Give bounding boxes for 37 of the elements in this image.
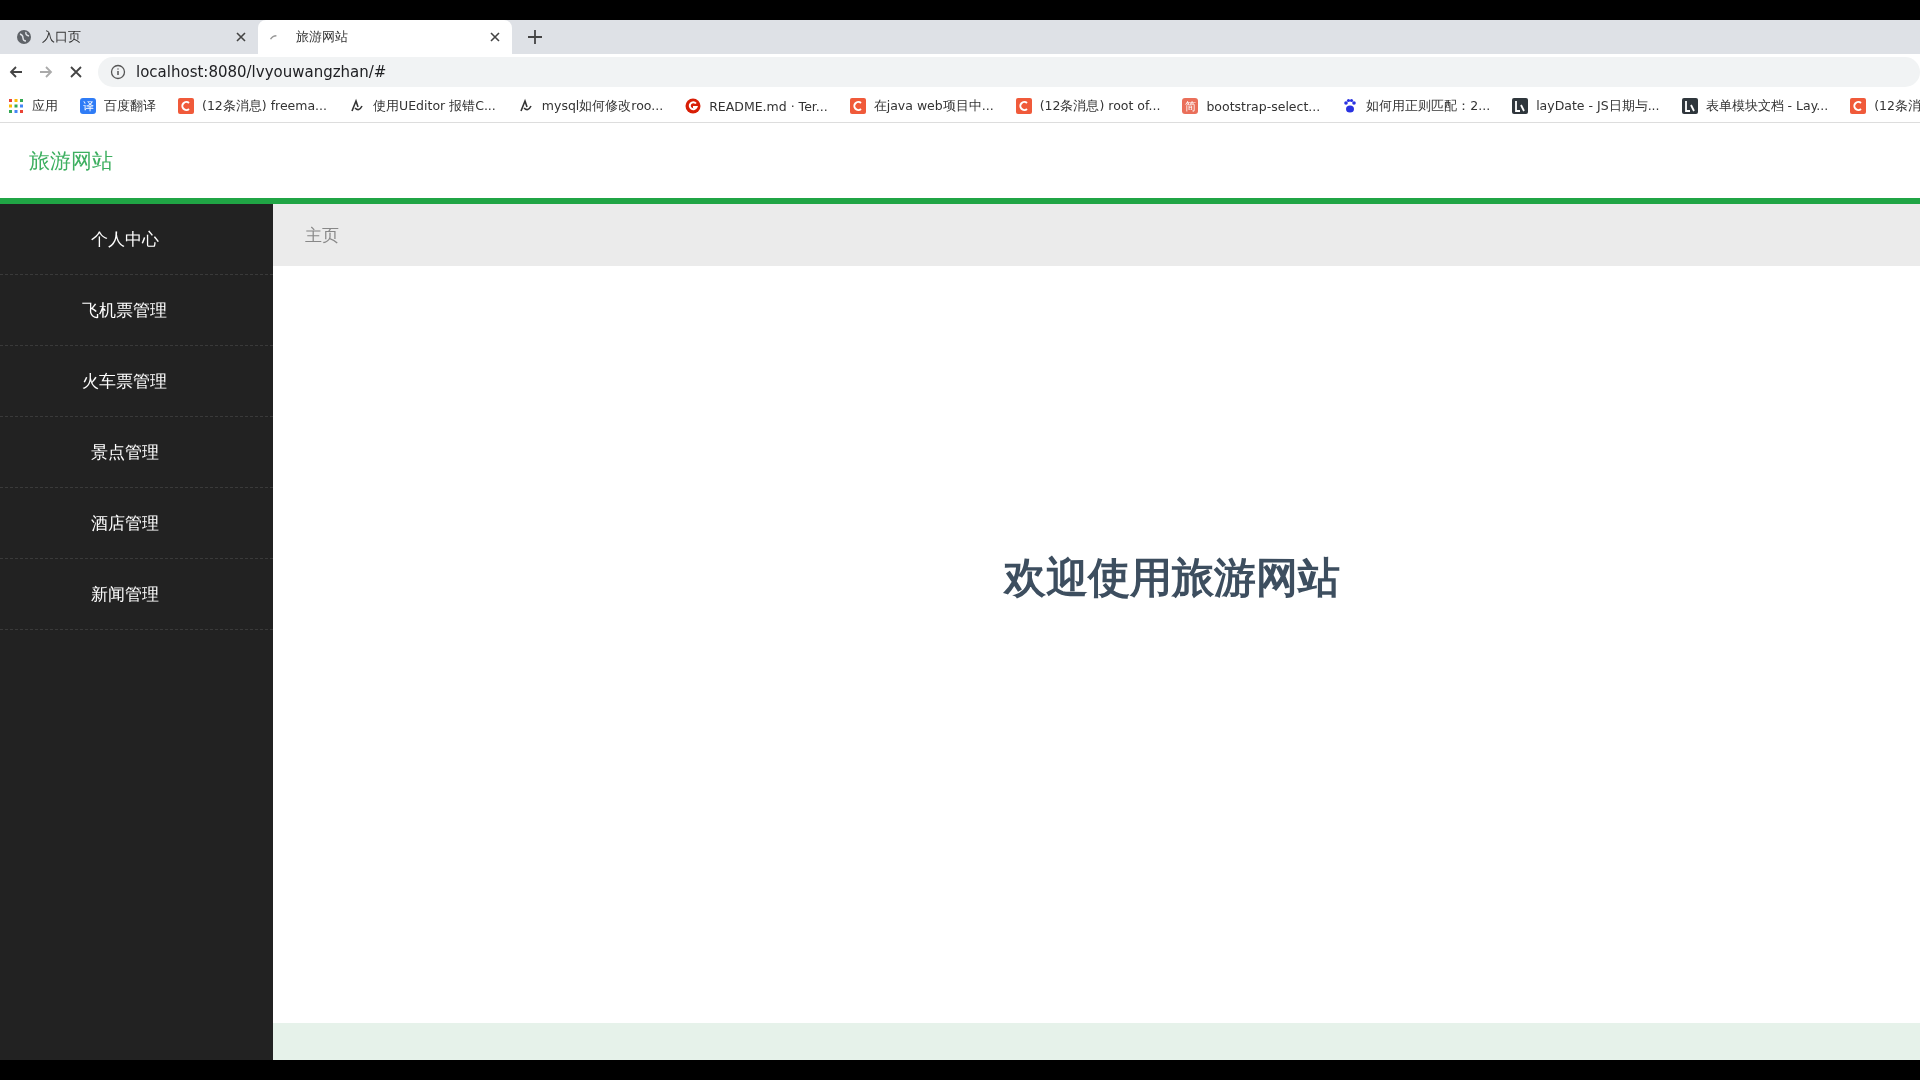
bookmark-icon: [1512, 98, 1529, 114]
close-icon[interactable]: [490, 32, 500, 42]
browser-tab[interactable]: 旅游网站: [258, 20, 512, 54]
bookmark-link[interactable]: 在java web项目中...: [873, 97, 994, 115]
bookmark-icon: [1681, 98, 1698, 114]
address-field[interactable]: localhost:8080/lvyouwangzhan/#: [98, 57, 1920, 87]
paw-icon: [1342, 98, 1359, 114]
site-title: 旅游网站: [29, 147, 113, 175]
c-logo-icon: [1015, 98, 1032, 114]
bookmark-link[interactable]: (12条消息) root of...: [1039, 97, 1161, 115]
bookmark-link[interactable]: layDate - JS日期与...: [1536, 97, 1660, 115]
bookmark-link[interactable]: 使用UEditor 报错C...: [373, 97, 496, 115]
bookmark-link[interactable]: README.md · Ter...: [709, 98, 828, 114]
bookmark-link[interactable]: 表单模块文档 - Lay...: [1705, 97, 1829, 115]
bookmark-link[interactable]: (12条消息) freema...: [202, 97, 328, 115]
browser-tab[interactable]: 入口页: [4, 20, 258, 54]
translate-icon: 译: [80, 98, 96, 114]
bookmark-link[interactable]: bootstrap-select...: [1206, 98, 1321, 114]
c-logo-icon: [849, 98, 866, 114]
g-logo-icon: [685, 98, 702, 114]
bookmark-link[interactable]: mysql如何修改roo...: [541, 97, 664, 115]
back-icon[interactable]: [8, 64, 24, 80]
close-icon[interactable]: [68, 64, 84, 80]
bookmark-link[interactable]: 如何用正则匹配：2...: [1366, 97, 1491, 115]
new-tab-icon[interactable]: [528, 30, 542, 44]
script-icon: [517, 98, 534, 114]
close-icon[interactable]: [236, 32, 246, 42]
welcome-heading: 欢迎使用旅游网站: [1003, 552, 1340, 604]
c-logo-icon: [178, 98, 194, 114]
info-icon: [110, 64, 126, 80]
bookmark-icon: 简: [1182, 98, 1199, 114]
script-icon: [349, 98, 366, 114]
bookmark-link[interactable]: 百度翻译: [104, 97, 156, 115]
bookmark-link[interactable]: (12条消: [1874, 97, 1920, 115]
apps-icon: [8, 98, 24, 114]
c-logo-icon: [1850, 98, 1867, 114]
bookmark-link[interactable]: 应用: [32, 97, 58, 115]
